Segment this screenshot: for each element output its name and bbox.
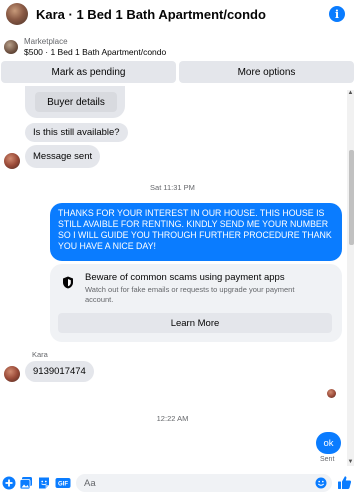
message-bubble[interactable]: Message sent <box>25 145 101 168</box>
sticker-icon[interactable] <box>37 476 51 490</box>
conversation-title[interactable]: Kara · 1 Bed 1 Bath Apartment/condo <box>36 7 329 22</box>
listing-source: Marketplace <box>24 36 68 46</box>
seen-indicator-avatar <box>327 389 336 398</box>
chat-scrollbar[interactable] <box>347 90 354 466</box>
chat-header: Kara · 1 Bed 1 Bath Apartment/condo i <box>0 0 355 28</box>
plus-circle-icon[interactable] <box>2 476 16 490</box>
outgoing-message-bubble[interactable]: ok <box>316 432 341 454</box>
mark-as-pending-button[interactable]: Mark as pending <box>1 61 176 83</box>
message-text: THANKS FOR YOUR INTEREST IN OUR HOUSE. T… <box>58 208 332 251</box>
contact-avatar[interactable] <box>6 3 28 25</box>
outgoing-message-bubble[interactable]: THANKS FOR YOUR INTEREST IN OUR HOUSE. T… <box>50 203 342 261</box>
message-text: Is this still available? <box>33 127 120 138</box>
listing-title: $500 · 1 Bed 1 Bath Apartment/condo <box>24 46 167 57</box>
message-timestamp: 12:22 AM <box>156 414 189 423</box>
message-text: 9139017474 <box>33 366 86 377</box>
scrollbar-thumb[interactable] <box>349 150 354 245</box>
scroll-up-arrow-icon[interactable]: ▲ <box>347 90 354 97</box>
shield-icon <box>63 276 73 289</box>
listing-thumbnail <box>4 40 18 54</box>
sender-name: Kara <box>32 350 48 359</box>
scroll-down-arrow-icon[interactable]: ▼ <box>347 459 354 466</box>
message-text: Message sent <box>33 151 93 162</box>
photo-gallery-icon[interactable] <box>19 476 33 490</box>
buyer-details-button[interactable]: Buyer details <box>35 92 117 112</box>
info-icon[interactable]: i <box>329 6 345 22</box>
more-options-button[interactable]: More options <box>179 61 354 83</box>
emoji-icon[interactable] <box>315 477 327 489</box>
message-text: ok <box>323 437 334 449</box>
thumbs-up-icon[interactable] <box>337 475 352 490</box>
gif-icon[interactable]: GIF <box>55 476 71 490</box>
listing-summary[interactable]: Marketplace $500 · 1 Bed 1 Bath Apartmen… <box>0 34 355 60</box>
gif-label: GIF <box>58 482 68 488</box>
scam-warning-title: Beware of common scams using payment app… <box>85 272 285 283</box>
message-timestamp: Sat 11:31 PM <box>150 183 195 192</box>
sender-avatar[interactable] <box>4 366 20 382</box>
learn-more-button[interactable]: Learn More <box>58 313 332 333</box>
delivery-status: Sent <box>320 456 335 463</box>
message-bubble[interactable]: Is this still available? <box>25 123 128 142</box>
message-input[interactable] <box>76 474 332 492</box>
scam-warning-body: Watch out for fake emails or requests to… <box>85 285 295 304</box>
listing-actions: Mark as pending More options <box>0 61 355 83</box>
sender-avatar[interactable] <box>4 153 20 169</box>
message-bubble[interactable]: 9139017474 <box>25 361 94 382</box>
